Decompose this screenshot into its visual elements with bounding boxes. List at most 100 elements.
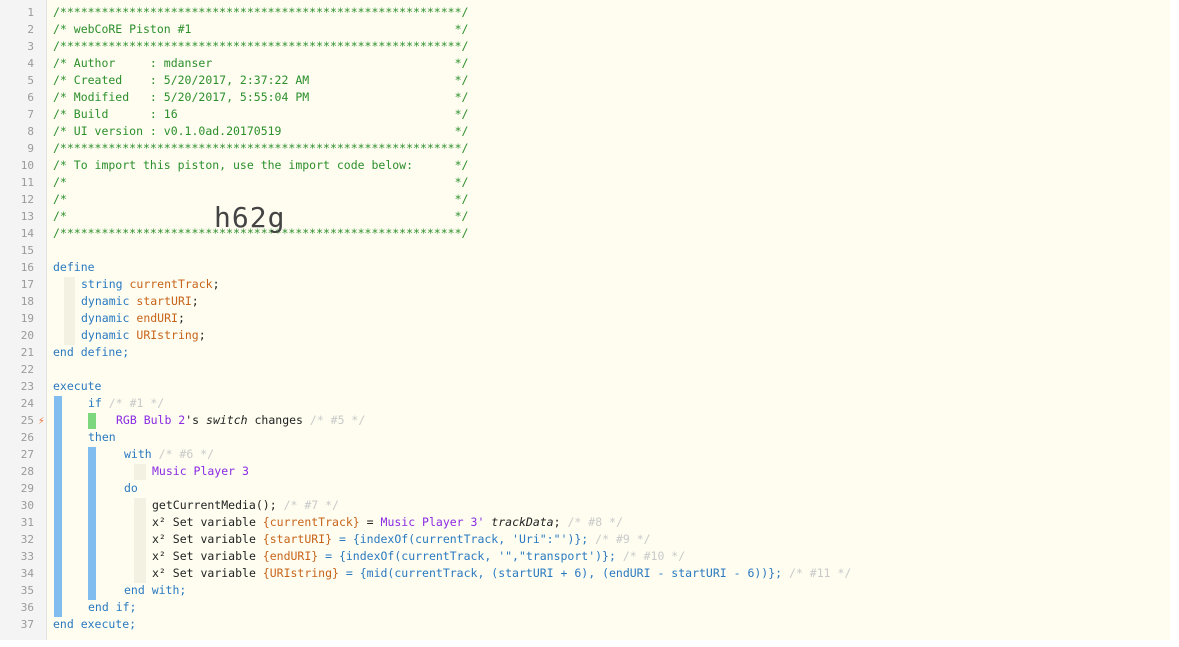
line-number: 35 [20, 584, 34, 597]
command: Set variable [165, 532, 263, 546]
variable-declaration[interactable]: string currentTrack; [81, 276, 220, 293]
line-number: 33 [20, 550, 34, 563]
keyword-end-execute: end execute; [53, 617, 137, 631]
comment-line: /* Created : 5/20/2017, 2:37:22 AM */ [53, 73, 469, 87]
line-number: 30 [20, 499, 34, 512]
line-number: 12 [20, 193, 34, 206]
line-number: 4 [27, 57, 34, 70]
statement-id: /* #9 */ [595, 532, 651, 546]
line-number-gutter: 1 2 3 4 5 6 7 8 9 10 11 12 13 14 15 16 1… [0, 0, 47, 640]
with-device-indent [134, 464, 146, 480]
line-number: 31 [20, 516, 34, 529]
command: getCurrentMedia(); [152, 498, 277, 512]
if-block-bar [88, 447, 96, 600]
task-set-variable[interactable]: x² Set variable {currentTrack} = Music P… [152, 514, 623, 531]
comment-line: /* webCoRE Piston #1 */ [53, 22, 469, 36]
line-number: 22 [20, 363, 34, 376]
semicolon: ; [177, 311, 185, 325]
do-block-indent [134, 498, 146, 583]
line-number: 36 [20, 601, 34, 614]
line-number: 37 [20, 618, 34, 631]
keyword-with: with [124, 447, 152, 461]
variable-declaration[interactable]: dynamic startURI; [81, 293, 199, 310]
comment-line: /***************************************… [53, 141, 469, 155]
line-number: 3 [27, 40, 34, 53]
variable-icon: x² [152, 566, 166, 580]
condition-bar [88, 413, 96, 429]
variable-ref: {startURI} [262, 532, 333, 546]
variable-name: startURI [136, 294, 192, 308]
type: dynamic [81, 311, 130, 325]
line-number: 9 [27, 142, 34, 155]
variable-ref: {endURI} [262, 549, 319, 563]
line-number: 16 [20, 261, 34, 274]
line-number: 5 [27, 74, 34, 87]
line-number: 20 [20, 329, 34, 342]
variable-declaration[interactable]: dynamic endURI; [81, 310, 185, 327]
variable-icon: x² [152, 549, 166, 563]
type: dynamic [81, 294, 130, 308]
if-statement[interactable]: if /* #1 */ [88, 395, 164, 412]
piston-code-editor[interactable]: 1 2 3 4 5 6 7 8 9 10 11 12 13 14 15 16 1… [0, 0, 1170, 640]
variable-ref: {URIstring} [262, 566, 339, 580]
line-number: 15 [20, 244, 34, 257]
line-number: 8 [27, 125, 34, 138]
variable-name: endURI [136, 311, 178, 325]
line-number: 11 [20, 176, 34, 189]
expression: = {mid(currentTrack, (startURI + 6), (en… [338, 566, 783, 580]
line-number: 14 [20, 227, 34, 240]
device-music-player[interactable]: Music Player 3 [152, 463, 249, 480]
statement-id: /* #11 */ [789, 566, 852, 580]
line-number: 7 [27, 108, 34, 121]
variable-ref: {currentTrack} [262, 515, 360, 529]
line-number: 24 [20, 397, 34, 410]
line-number: 1 [27, 6, 34, 19]
task-set-variable[interactable]: x² Set variable {URIstring} = {mid(curre… [152, 565, 851, 582]
task-set-variable[interactable]: x² Set variable {endURI} = {indexOf(curr… [152, 548, 685, 565]
comment-line: /* Modified : 5/20/2017, 5:55:04 PM */ [53, 90, 469, 104]
command: Set variable [165, 566, 263, 580]
expression: = {indexOf(currentTrack, '","transport')… [318, 549, 616, 563]
command: Set variable [165, 549, 263, 563]
attribute-name: trackData [484, 515, 554, 529]
variable-declaration[interactable]: dynamic URIstring; [81, 327, 206, 344]
line-number: 34 [20, 567, 34, 580]
operator: = [359, 515, 381, 529]
line-number: 27 [20, 448, 34, 461]
comment-line: /* Author : mdanser */ [53, 56, 469, 70]
line-number: 2 [27, 23, 34, 36]
statement-id: /* #8 */ [567, 515, 623, 529]
condition-trigger[interactable]: RGB Bulb 2's switch changes /* #5 */ [116, 412, 365, 429]
line-number: 32 [20, 533, 34, 546]
keyword-if: if [88, 396, 102, 410]
lightning-bolt-icon: ⚡ [38, 414, 45, 427]
semicolon: ; [553, 515, 561, 529]
variable-name: currentTrack [129, 277, 213, 291]
comment-line: /* UI version : v0.1.0ad.20170519 */ [53, 124, 469, 138]
condition-operator: changes [247, 413, 310, 427]
variable-name: URIstring [136, 328, 199, 342]
comment-line: /* To import this piston, use the import… [53, 158, 469, 172]
device-name: Music Player 3' [380, 515, 485, 529]
statement-id: /* #1 */ [108, 396, 165, 410]
line-number: 29 [20, 482, 34, 495]
variable-icon: x² [152, 532, 166, 546]
task-set-variable[interactable]: x² Set variable {startURI} = {indexOf(cu… [152, 531, 651, 548]
comment-line: /***************************************… [53, 39, 469, 53]
line-number: 6 [27, 91, 34, 104]
with-statement[interactable]: with /* #6 */ [124, 446, 214, 463]
line-number: 23 [20, 380, 34, 393]
comment-line: /* Build : 16 */ [53, 107, 469, 121]
statement-id: /* #7 */ [283, 498, 339, 512]
comment-line: /***************************************… [53, 5, 469, 19]
statement-id: /* #5 */ [309, 413, 366, 427]
line-number: 19 [20, 312, 34, 325]
line-number: 18 [20, 295, 34, 308]
line-number: 13 [20, 210, 34, 223]
line-number: 21 [20, 346, 34, 359]
line-number: 26 [20, 431, 34, 444]
keyword-end-define: end define; [53, 345, 130, 359]
keyword-define: define [53, 260, 95, 274]
task-get-current-media[interactable]: getCurrentMedia(); /* #7 */ [152, 497, 339, 514]
possessive: 's [185, 413, 207, 427]
